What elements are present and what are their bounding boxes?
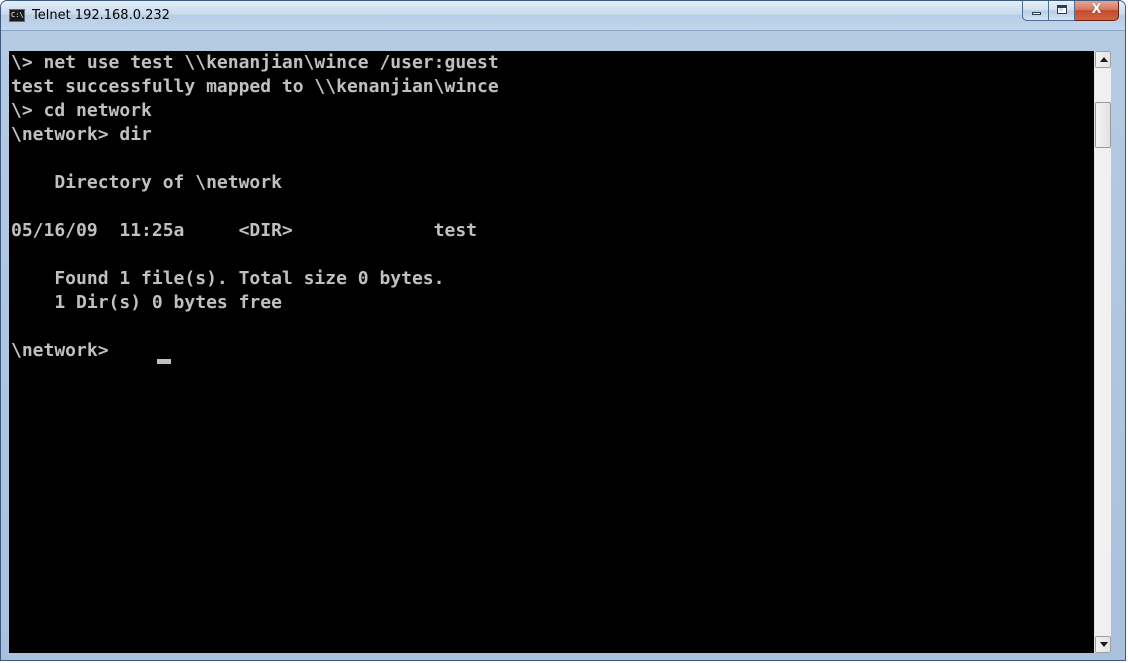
window-controls: X xyxy=(1022,1,1119,22)
minimize-icon xyxy=(1032,12,1041,15)
console-line: \network> dir xyxy=(11,124,152,145)
window-title: Telnet 192.168.0.232 xyxy=(32,8,170,23)
maximize-button[interactable] xyxy=(1049,1,1075,21)
close-icon: X xyxy=(1091,2,1102,17)
console-line: Directory of \network xyxy=(11,172,282,193)
console-line: \> net use test \\kenanjian\wince /user:… xyxy=(11,52,499,73)
console-line: test successfully mapped to \\kenanjian\… xyxy=(11,76,499,97)
console-output[interactable]: \> net use test \\kenanjian\wince /user:… xyxy=(9,51,1094,653)
console-prompt-line: \network> xyxy=(11,340,120,361)
scroll-up-arrow-icon xyxy=(1100,57,1108,62)
console-line: \> cd network xyxy=(11,100,152,121)
maximize-icon xyxy=(1057,5,1067,14)
console-line: 1 Dir(s) 0 bytes free xyxy=(11,292,282,313)
telnet-window: C:\ Telnet 192.168.0.232 X \> net use te… xyxy=(0,0,1126,661)
scrollbar-thumb[interactable] xyxy=(1095,102,1111,148)
console-line: 05/16/09 11:25a <DIR> test xyxy=(11,220,477,241)
console-line: Found 1 file(s). Total size 0 bytes. xyxy=(11,268,445,289)
vertical-scrollbar[interactable] xyxy=(1094,51,1111,653)
scroll-up-button[interactable] xyxy=(1095,51,1111,68)
minimize-button[interactable] xyxy=(1022,1,1049,21)
text-cursor xyxy=(157,359,171,364)
console-app-icon[interactable]: C:\ xyxy=(9,9,25,22)
close-button[interactable]: X xyxy=(1075,1,1119,21)
scroll-down-arrow-icon xyxy=(1100,642,1108,647)
scroll-down-button[interactable] xyxy=(1095,636,1111,653)
title-bar[interactable]: C:\ Telnet 192.168.0.232 X xyxy=(1,1,1125,31)
